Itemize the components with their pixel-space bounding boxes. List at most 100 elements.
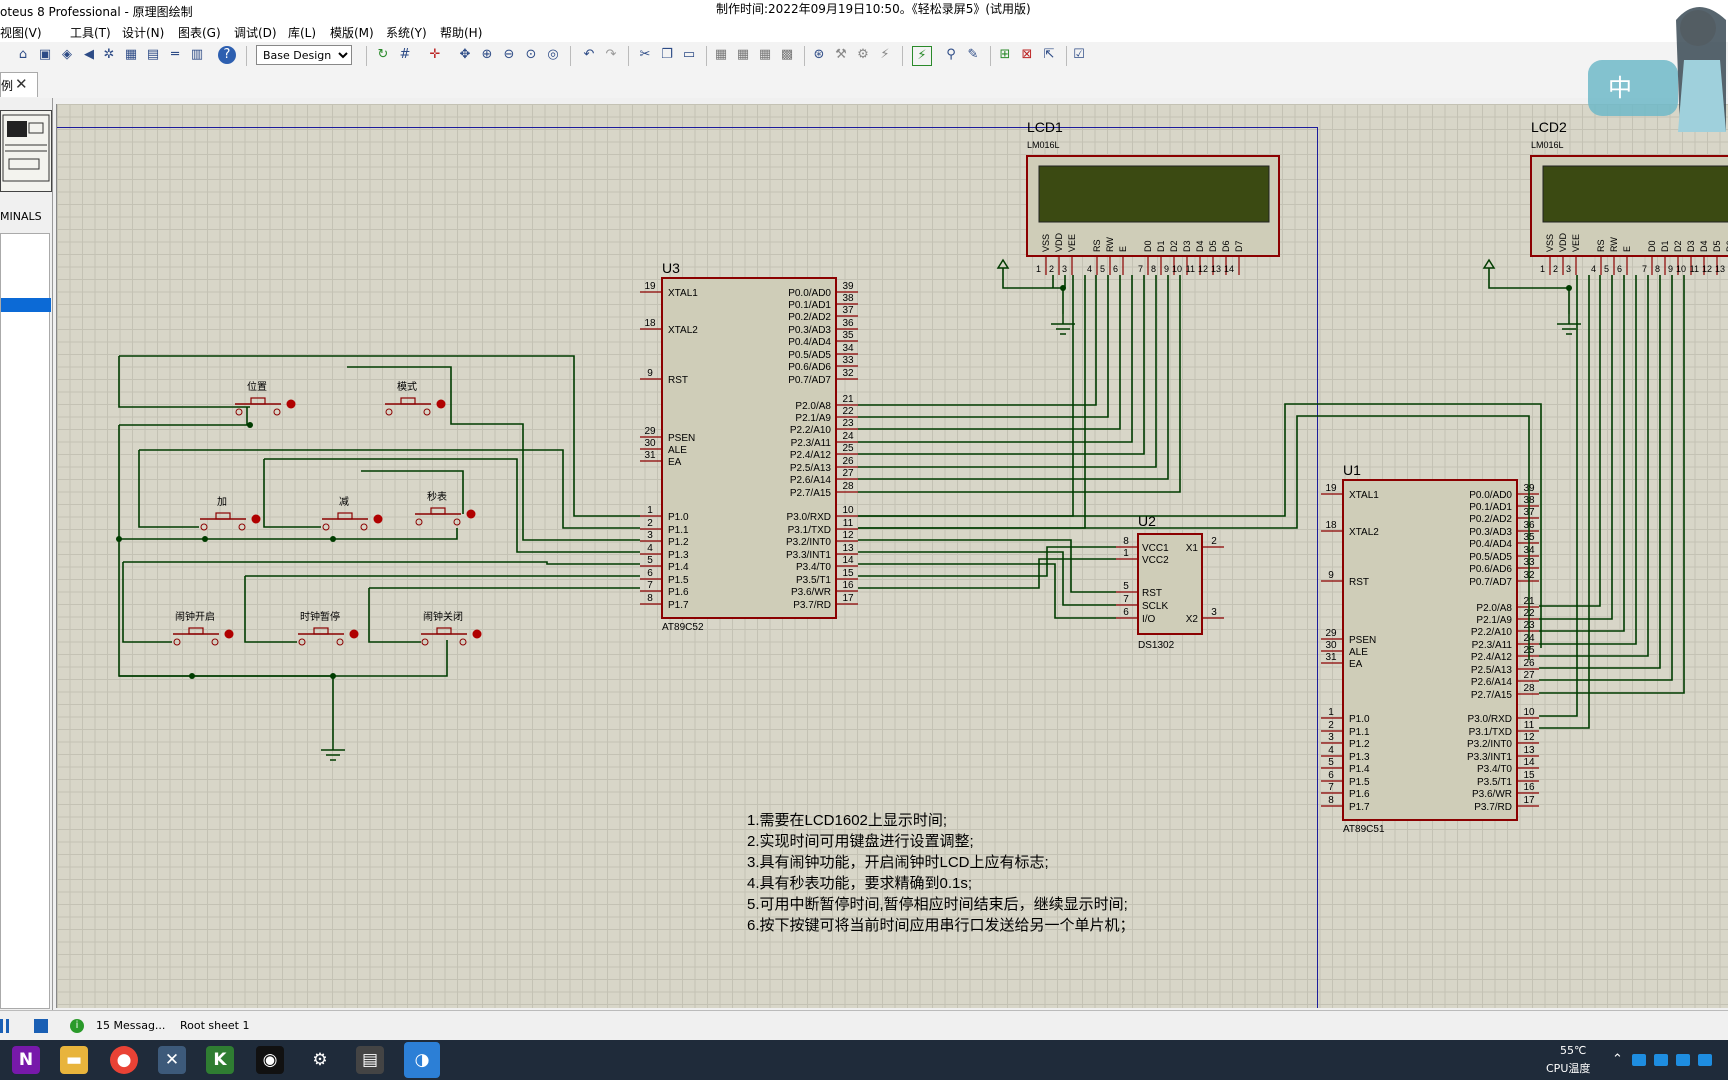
- search-icon[interactable]: ⚲: [942, 46, 960, 64]
- lcd2-pin-name: D0: [1647, 240, 1657, 252]
- menu-item-help[interactable]: 帮助(H): [440, 24, 482, 41]
- design-select[interactable]: Base Design: [256, 45, 352, 65]
- probe-icon[interactable]: ✲: [100, 46, 118, 64]
- u1-pin-number: 4: [1328, 745, 1334, 756]
- u3-pin-number: 22: [842, 406, 854, 417]
- toolbar: ⌂ ▣ ◈ ◀ ✲ ▦ ▤ ═ ▥ ? Base Design ↻ # ✛ ✥ …: [0, 42, 1728, 71]
- u1-pin-number: 13: [1523, 745, 1535, 756]
- menu-item-template[interactable]: 模版(M): [330, 24, 374, 41]
- u3-pin-number: 5: [647, 555, 653, 566]
- block-copy-icon[interactable]: ▦: [712, 46, 730, 64]
- block-rotate-icon[interactable]: ▦: [756, 46, 774, 64]
- copy-icon[interactable]: ❐: [658, 46, 676, 64]
- button-label: 模式: [397, 380, 417, 393]
- pcb-icon[interactable]: ▦: [122, 46, 140, 64]
- proteus-icon[interactable]: ✕: [158, 1046, 186, 1074]
- home-icon[interactable]: ⌂: [14, 46, 32, 64]
- grid-icon[interactable]: #: [396, 46, 414, 64]
- origin-icon[interactable]: ✛: [426, 46, 444, 64]
- tray-app-icon[interactable]: [1654, 1054, 1668, 1066]
- netlist-icon[interactable]: ═: [166, 46, 184, 64]
- tray-app-icon[interactable]: [1632, 1054, 1646, 1066]
- undo-icon[interactable]: ↶: [580, 46, 598, 64]
- toolbar-separator: [366, 46, 367, 66]
- help-icon[interactable]: ?: [218, 46, 236, 64]
- tray-app-icon[interactable]: [1676, 1054, 1690, 1066]
- refresh-icon[interactable]: ↻: [374, 46, 392, 64]
- u1-pin-name: P0.4/AD4: [1469, 539, 1512, 550]
- decompose-icon[interactable]: ⚡: [876, 46, 894, 64]
- settings-icon[interactable]: ⚙: [306, 1046, 334, 1074]
- chrome-icon[interactable]: ●: [110, 1046, 138, 1074]
- report-icon[interactable]: ▥: [188, 46, 206, 64]
- menu-item-graph[interactable]: 图表(G): [178, 24, 221, 41]
- pick-icon[interactable]: ⊛: [810, 46, 828, 64]
- wire: [368, 588, 421, 643]
- make-device-icon[interactable]: ⚒: [832, 46, 850, 64]
- push-button-indicator: [251, 514, 261, 524]
- menu-item-design[interactable]: 设计(N): [122, 24, 164, 41]
- push-button-terminal: [423, 408, 431, 416]
- terminals-selected-item[interactable]: [1, 298, 51, 312]
- schematic-canvas[interactable]: U3 AT89C52 19 XTAL1 18 XTAL2 9 RST 29 PSEN 30 ALE 31…: [56, 104, 1728, 1008]
- lcd1-pin-number: 6: [1113, 264, 1118, 274]
- property-icon[interactable]: ✎: [964, 46, 982, 64]
- menu-item-debug[interactable]: 调试(D): [234, 24, 277, 41]
- push-button-cap: [337, 512, 353, 520]
- zoom-in-icon[interactable]: ⊕: [478, 46, 496, 64]
- menu-item-tools[interactable]: 工具(T): [70, 24, 111, 41]
- zoom-all-icon[interactable]: ⊙: [522, 46, 540, 64]
- paste-icon[interactable]: ▭: [680, 46, 698, 64]
- bom-icon[interactable]: ▤: [144, 46, 162, 64]
- redo-icon[interactable]: ↷: [602, 46, 620, 64]
- push-button-terminal: [322, 523, 330, 531]
- tray-app-icon[interactable]: [1698, 1054, 1712, 1066]
- keil-icon[interactable]: K: [206, 1046, 234, 1074]
- close-icon[interactable]: ✕: [15, 75, 28, 93]
- remove-sheet-icon[interactable]: ⊠: [1018, 46, 1036, 64]
- editor-icon[interactable]: ▤: [356, 1046, 384, 1074]
- play-icon[interactable]: [0, 1019, 14, 1033]
- u3-pin-name: P2.0/A8: [795, 401, 831, 412]
- zoom-out-icon[interactable]: ⊖: [500, 46, 518, 64]
- menu-item-library[interactable]: 库(L): [288, 24, 316, 41]
- stop-icon[interactable]: [34, 1019, 48, 1033]
- new-sheet-icon[interactable]: ⊞: [996, 46, 1014, 64]
- u1-pin-name: P1.0: [1349, 714, 1370, 725]
- recorder-icon[interactable]: ◑: [404, 1042, 440, 1078]
- block-move-icon[interactable]: ▦: [734, 46, 752, 64]
- menu-item-view[interactable]: 视图(V): [0, 24, 42, 41]
- file-explorer-icon[interactable]: ▬: [60, 1046, 88, 1074]
- wire: [119, 355, 640, 517]
- chip-icon[interactable]: ▣: [36, 46, 54, 64]
- component-icon[interactable]: ◈: [58, 46, 76, 64]
- wire-autoroute-icon[interactable]: ⚡: [912, 46, 932, 66]
- u1-pin-name: EA: [1349, 659, 1363, 670]
- overview-window[interactable]: [0, 110, 52, 192]
- qq-icon[interactable]: ◉: [256, 1046, 284, 1074]
- cut-icon[interactable]: ✂: [636, 46, 654, 64]
- onenote-icon[interactable]: N: [12, 1046, 40, 1074]
- lcd1-pin-number: 12: [1198, 264, 1208, 274]
- zoom-area-icon[interactable]: ◎: [544, 46, 562, 64]
- u3-pin-number: 1: [647, 505, 653, 516]
- terminals-list[interactable]: [0, 233, 51, 1009]
- packaging-icon[interactable]: ⚙: [854, 46, 872, 64]
- back-icon[interactable]: ◀: [80, 46, 98, 64]
- chevron-up-icon[interactable]: ⌃: [1612, 1052, 1623, 1067]
- erc-icon[interactable]: ☑: [1070, 46, 1088, 64]
- wire: [264, 458, 640, 553]
- tab-schematic[interactable]: 例 ✕: [0, 72, 38, 97]
- push-button-cap: [215, 512, 231, 520]
- u1-pin-number: 10: [1523, 707, 1535, 718]
- exit-sheet-icon[interactable]: ⇱: [1040, 46, 1058, 64]
- u3-pin-number: 16: [842, 580, 854, 591]
- push-button-terminal: [211, 638, 219, 646]
- block-delete-icon[interactable]: ▩: [778, 46, 796, 64]
- status-bar: i 15 Messag... Root sheet 1: [0, 1010, 1728, 1041]
- menu-item-system[interactable]: 系统(Y): [386, 24, 427, 41]
- lcd2-pin-name: VEE: [1571, 234, 1581, 252]
- messages-count[interactable]: 15 Messag...: [96, 1019, 165, 1032]
- pan-icon[interactable]: ✥: [456, 46, 474, 64]
- lcd1-pin-name: VEE: [1067, 234, 1077, 252]
